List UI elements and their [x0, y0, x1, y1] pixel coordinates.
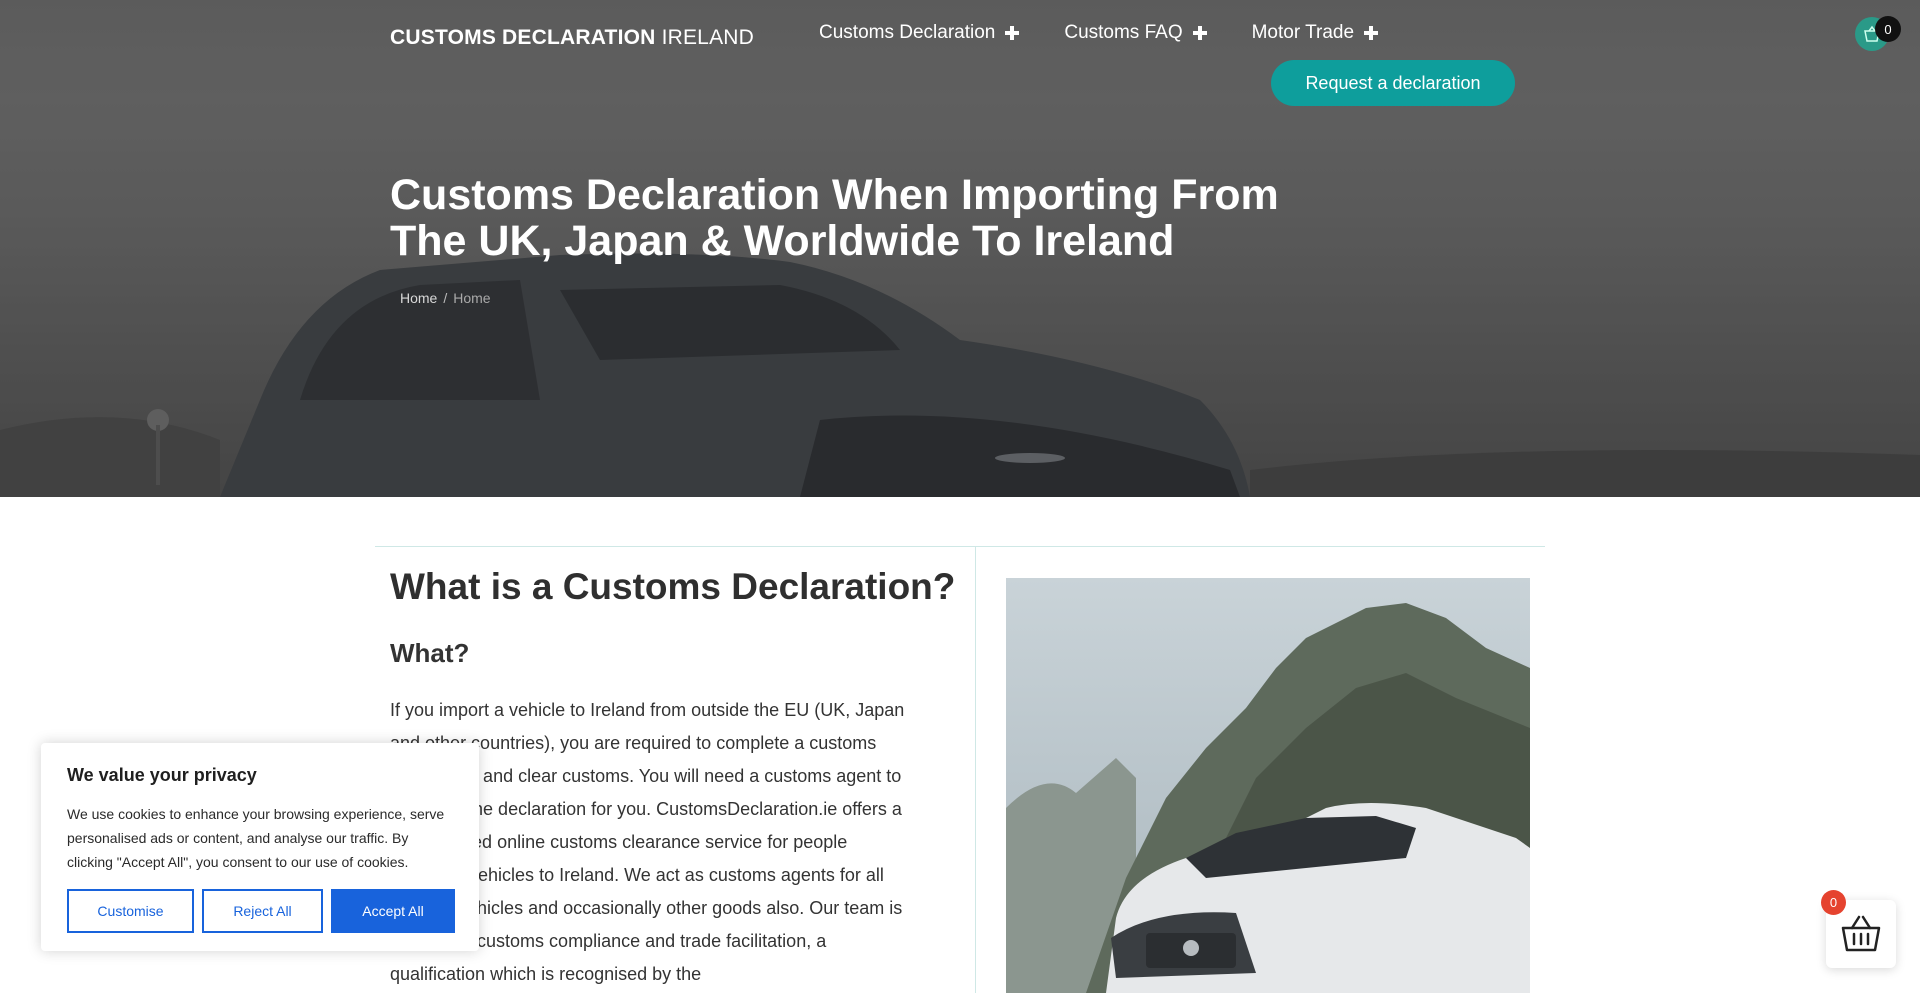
plus-icon[interactable]	[1192, 26, 1207, 40]
nav-motor-trade[interactable]: Motor Trade	[1251, 22, 1379, 44]
site-logo[interactable]: CUSTOMS DECLARATION IRELAND	[390, 26, 754, 50]
divider	[375, 546, 1545, 547]
suv-mountain-photo	[1006, 578, 1530, 993]
header-cart-count-badge: 0	[1875, 16, 1901, 42]
photo-image	[1006, 578, 1530, 993]
breadcrumb-separator: /	[443, 290, 448, 306]
cookie-customise-button[interactable]: Customise	[67, 889, 194, 933]
nav-customs-declaration[interactable]: Customs Declaration	[819, 22, 1020, 44]
breadcrumb: Home / Home	[400, 290, 491, 306]
floating-cart-count-badge: 0	[1821, 890, 1846, 915]
logo-light-text: IRELAND	[661, 26, 755, 49]
request-declaration-button[interactable]: Request a declaration	[1271, 60, 1515, 106]
section-heading: What is a Customs Declaration?	[390, 566, 956, 607]
page-title: Customs Declaration When Importing From …	[390, 171, 1279, 265]
nav-label: Customs FAQ	[1064, 22, 1183, 43]
cookie-actions: Customise Reject All Accept All	[67, 889, 455, 933]
cookie-reject-all-button[interactable]: Reject All	[202, 889, 323, 933]
nav-label: Motor Trade	[1251, 22, 1355, 43]
plus-icon[interactable]	[1364, 26, 1379, 40]
breadcrumb-current: Home	[453, 290, 491, 306]
nav-label: Customs Declaration	[819, 22, 996, 43]
plus-icon[interactable]	[1005, 26, 1020, 40]
column-divider	[975, 547, 976, 993]
cookie-text: We use cookies to enhance your browsing …	[67, 806, 445, 870]
logo-bold-text: CUSTOMS DECLARATION	[390, 26, 656, 49]
breadcrumb-home-link[interactable]: Home	[400, 290, 437, 306]
basket-icon	[1841, 915, 1881, 952]
cookie-consent-banner: We value your privacy We use cookies to …	[41, 743, 479, 951]
nav-customs-faq[interactable]: Customs FAQ	[1064, 22, 1207, 44]
cookie-accept-all-button[interactable]: Accept All	[331, 889, 455, 933]
cookie-title: We value your privacy	[67, 765, 257, 785]
main-nav: Customs Declaration Customs FAQ Motor Tr…	[819, 22, 1423, 44]
section-subheading: What?	[390, 638, 470, 668]
